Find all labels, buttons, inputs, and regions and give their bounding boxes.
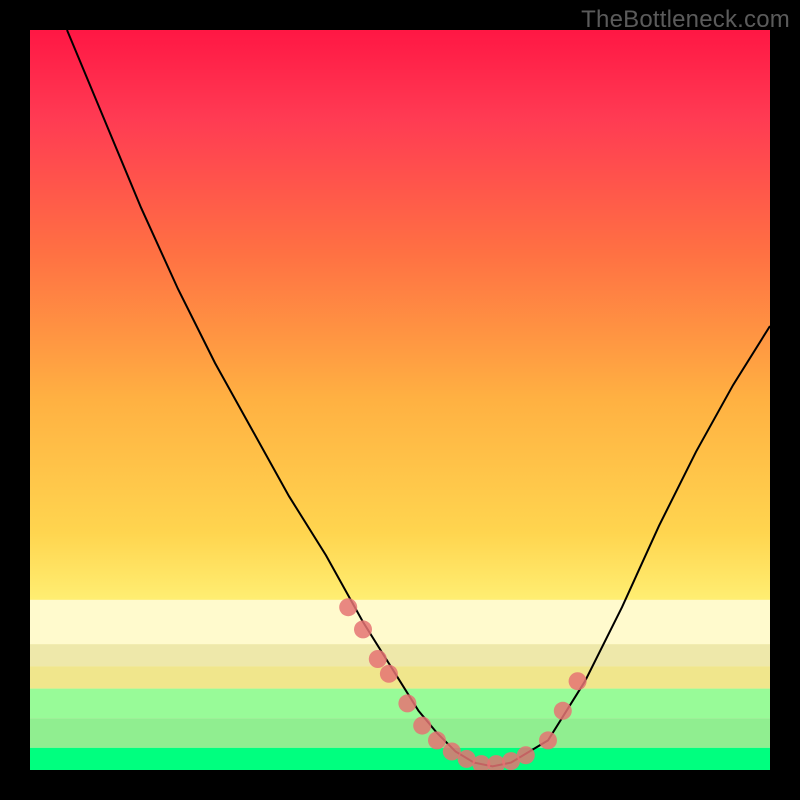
band-palegoldenrod xyxy=(30,644,770,666)
scatter-point xyxy=(398,694,416,712)
chart-stage: TheBottleneck.com xyxy=(0,0,800,800)
band-lemonchiffon xyxy=(30,600,770,644)
band-khaki xyxy=(30,666,770,688)
scatter-point xyxy=(517,746,535,764)
scatter-point xyxy=(539,731,557,749)
plot-area xyxy=(30,30,770,770)
scatter-point xyxy=(339,598,357,616)
band-springgreen xyxy=(30,748,770,770)
scatter-point xyxy=(369,650,387,668)
scatter-point xyxy=(569,672,587,690)
scatter-point xyxy=(380,665,398,683)
scatter-point xyxy=(354,620,372,638)
scatter-point xyxy=(413,717,431,735)
chart-svg xyxy=(30,30,770,770)
band-lightgreen xyxy=(30,718,770,748)
bottom-band-group xyxy=(30,600,770,770)
scatter-point xyxy=(428,731,446,749)
scatter-point xyxy=(554,702,572,720)
watermark-text: TheBottleneck.com xyxy=(581,6,790,34)
